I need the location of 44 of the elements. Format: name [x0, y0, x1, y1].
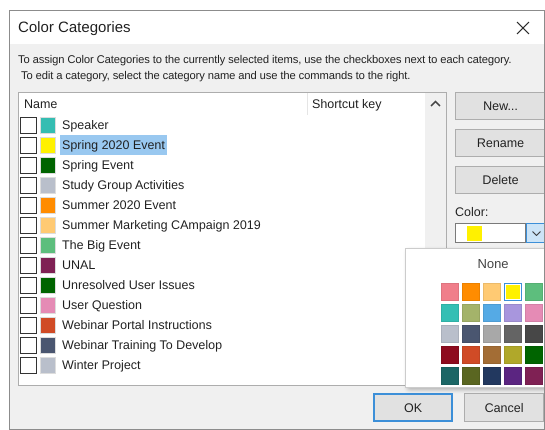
checkbox[interactable]	[20, 156, 37, 174]
window-title: Color Categories	[18, 19, 131, 36]
checkbox[interactable]	[20, 236, 37, 254]
category-name[interactable]: Winter Project	[60, 355, 142, 375]
checkbox[interactable]	[20, 216, 37, 234]
command-button[interactable]: Rename	[455, 129, 544, 157]
category-name[interactable]: User Question	[60, 295, 144, 315]
checkbox[interactable]	[20, 196, 37, 214]
category-name[interactable]: Webinar Training To Develop	[60, 335, 224, 355]
category-name[interactable]: UNAL	[60, 255, 98, 275]
instruction-text: To edit a category, select the category name and use the commands to the right.	[20, 69, 410, 84]
dropdown-button[interactable]	[526, 223, 544, 243]
checkbox[interactable]	[20, 356, 37, 374]
category-name[interactable]: The Big Event	[60, 235, 143, 255]
color-dropdown[interactable]	[455, 223, 526, 243]
checkbox[interactable]	[20, 256, 37, 274]
category-name[interactable]: Unresolved User Issues	[60, 275, 197, 295]
chevron-up-icon[interactable]	[430, 100, 441, 107]
checkbox[interactable]	[20, 116, 37, 134]
color-label: Color:	[455, 204, 488, 220]
category-name[interactable]: Summer 2020 Event	[60, 195, 178, 215]
none-option[interactable]: None	[477, 255, 509, 273]
category-name[interactable]: Webinar Portal Instructions	[60, 315, 214, 335]
instruction-text: To assign Color Categories to the currently selected items, use the checkboxes next to each category.	[18, 53, 512, 68]
chevron-down-icon	[532, 230, 540, 236]
command-button[interactable]: Delete	[455, 166, 544, 194]
checkbox[interactable]	[20, 336, 37, 354]
command-button[interactable]: New...	[455, 92, 544, 120]
category-name[interactable]: Spring 2020 Event	[60, 135, 167, 155]
color-swatch[interactable]	[504, 283, 522, 301]
category-name[interactable]: Summer Marketing CAmpaign 2019	[60, 215, 263, 235]
checkbox[interactable]	[20, 276, 37, 294]
checkbox[interactable]	[20, 136, 37, 154]
checkbox[interactable]	[20, 176, 37, 194]
column-header: Name	[23, 96, 58, 113]
category-name[interactable]: Speaker	[60, 115, 111, 135]
column-header: Shortcut key	[311, 96, 382, 113]
close-icon[interactable]	[516, 20, 530, 34]
category-name[interactable]: Study Group Activities	[60, 175, 186, 195]
category-name[interactable]: Spring Event	[60, 155, 136, 175]
dialog-button[interactable]: Cancel	[464, 393, 544, 422]
checkbox[interactable]	[20, 296, 37, 314]
dialog-button[interactable]: OK	[373, 393, 454, 422]
checkbox[interactable]	[20, 316, 37, 334]
